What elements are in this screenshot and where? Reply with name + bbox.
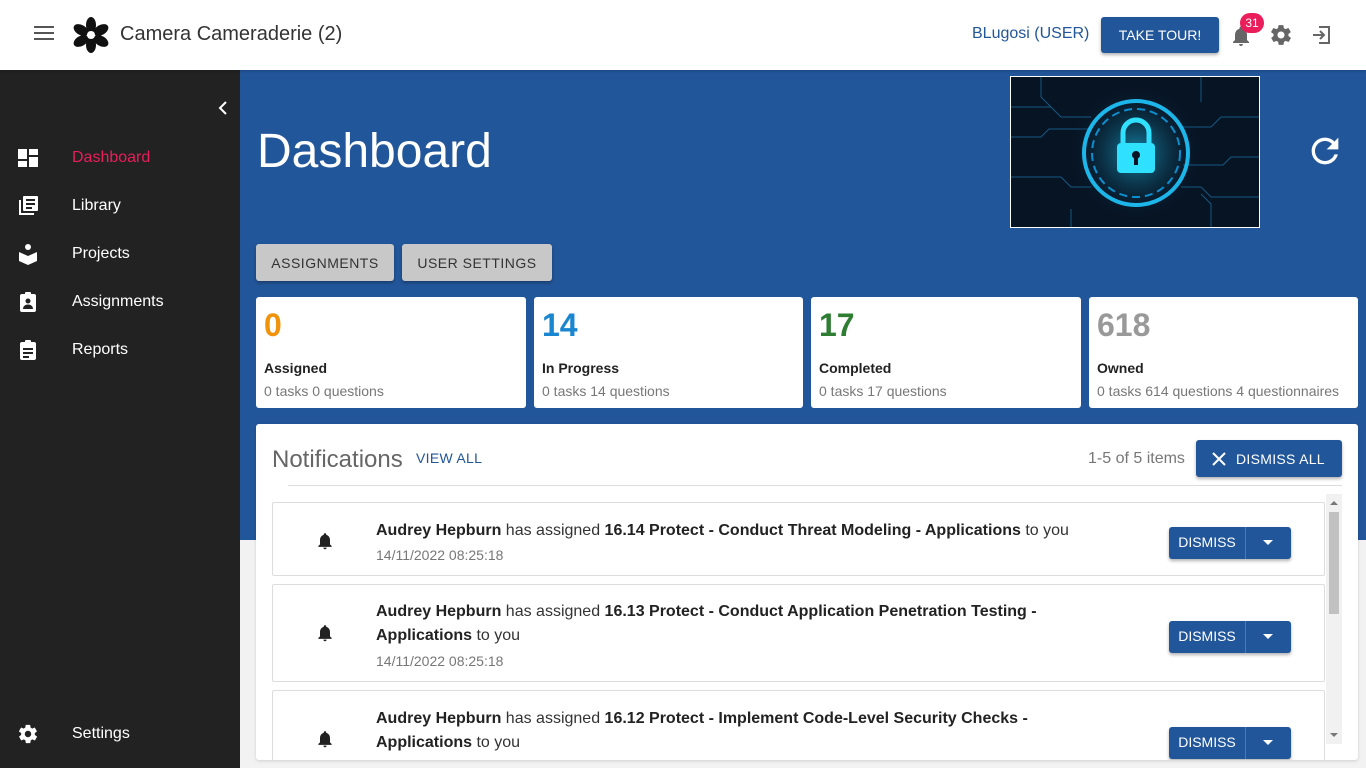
stat-value: 0 — [264, 307, 282, 343]
notification-connector: to you — [476, 734, 521, 751]
stat-label: In Progress — [542, 360, 620, 376]
notification-connector: has assigned — [505, 522, 601, 539]
view-all-link[interactable]: VIEW ALL — [416, 450, 482, 466]
bell-icon — [318, 533, 332, 550]
notifications-list: Audrey Hepburn has assigned 16.14 Protec… — [272, 502, 1326, 760]
items-count: 1-5 of 5 items — [1088, 450, 1185, 467]
bell-icon — [318, 625, 332, 642]
projects-icon — [19, 244, 37, 265]
dismiss-split-button: DISMISS — [1169, 621, 1291, 653]
sidebar-item-label: Dashboard — [72, 149, 151, 166]
dismiss-options-dropdown[interactable] — [1246, 727, 1291, 759]
notification-connector: has assigned — [505, 603, 601, 620]
sidebar-item-library[interactable]: Library — [0, 187, 240, 227]
stat-card-owned[interactable]: 618 Owned 0 tasks 614 questions 4 questi… — [1089, 297, 1358, 408]
sidebar-item-label: Library — [72, 197, 121, 214]
bell-icon — [318, 731, 332, 748]
scrollbar-thumb[interactable] — [1329, 512, 1339, 614]
notification-item: Audrey Hepburn has assigned 16.13 Protec… — [272, 584, 1325, 682]
logout-icon[interactable] — [1310, 23, 1334, 47]
close-icon — [1212, 452, 1226, 466]
sidebar-item-label: Projects — [72, 245, 130, 262]
app-title: Camera Cameraderie (2) — [120, 23, 343, 45]
caret-down-icon — [1263, 634, 1273, 639]
sidebar-item-projects[interactable]: Projects — [0, 235, 240, 275]
security-lock-banner-image — [1010, 76, 1260, 228]
stat-label: Assigned — [264, 360, 328, 376]
dismiss-split-button: DISMISS — [1169, 727, 1291, 759]
page-title: Dashboard — [257, 125, 492, 178]
stat-card-completed[interactable]: 17 Completed 0 tasks 17 questions — [811, 297, 1081, 408]
sidebar-item-settings[interactable]: Settings — [0, 715, 240, 755]
logo-icon — [73, 17, 109, 53]
notification-message: Audrey Hepburn has assigned 16.13 Protec… — [376, 600, 1076, 648]
notification-item: Audrey Hepburn has assigned 16.12 Protec… — [272, 690, 1325, 760]
dismiss-split-button: DISMISS — [1169, 527, 1291, 559]
user-profile-link[interactable]: BLugosi (USER) — [972, 25, 1089, 43]
stat-value: 618 — [1097, 307, 1151, 343]
notification-timestamp: 14/11/2022 08:25:18 — [376, 653, 504, 669]
sidebar-item-dashboard[interactable]: Dashboard — [0, 139, 240, 179]
assignments-icon — [20, 292, 36, 312]
stat-value: 17 — [819, 307, 855, 343]
stat-card-in-progress[interactable]: 14 In Progress 0 tasks 14 questions — [534, 297, 803, 408]
stat-label: Owned — [1097, 360, 1144, 376]
settings-gear-icon[interactable] — [1269, 23, 1293, 47]
stat-subtext: 0 tasks 614 questions 4 questionnaires — [1097, 383, 1340, 399]
notification-user: Audrey Hepburn — [376, 710, 502, 727]
divider — [288, 485, 1342, 486]
stat-label: Completed — [819, 360, 892, 376]
dismiss-all-button[interactable]: DISMISS ALL — [1196, 440, 1342, 477]
scroll-down-arrow-icon[interactable] — [1329, 730, 1339, 740]
stat-value: 14 — [542, 307, 578, 343]
tab-assignments[interactable]: ASSIGNMENTS — [256, 244, 394, 281]
dismiss-button[interactable]: DISMISS — [1169, 527, 1245, 559]
reports-icon — [20, 340, 36, 360]
sidebar-item-label: Reports — [72, 341, 129, 358]
notification-user: Audrey Hepburn — [376, 603, 502, 620]
notifications-panel: Notifications VIEW ALL 1-5 of 5 items DI… — [256, 424, 1358, 760]
notification-item: Audrey Hepburn has assigned 16.14 Protec… — [272, 502, 1325, 576]
notification-count-badge: 31 — [1240, 13, 1264, 33]
notification-connector: to you — [476, 627, 521, 644]
dismiss-button[interactable]: DISMISS — [1169, 621, 1245, 653]
top-app-bar: Camera Cameraderie (2) BLugosi (USER) TA… — [0, 0, 1366, 70]
collapse-sidebar-chevron-icon[interactable] — [214, 98, 232, 118]
notification-message: Audrey Hepburn has assigned 16.12 Protec… — [376, 707, 1076, 755]
tab-user-settings[interactable]: USER SETTINGS — [402, 244, 552, 281]
dismiss-all-label: DISMISS ALL — [1236, 450, 1325, 467]
take-tour-button[interactable]: TAKE TOUR! — [1101, 17, 1219, 53]
caret-down-icon — [1263, 540, 1273, 545]
notification-user: Audrey Hepburn — [376, 522, 502, 539]
sidebar-item-label: Settings — [72, 725, 130, 742]
notifications-scrollbar[interactable] — [1326, 494, 1342, 744]
stat-subtext: 0 tasks 14 questions — [542, 383, 670, 399]
menu-icon[interactable] — [34, 26, 54, 42]
dismiss-options-dropdown[interactable] — [1246, 527, 1291, 559]
notification-timestamp: 14/11/2022 08:25:18 — [376, 547, 504, 563]
caret-down-icon — [1263, 740, 1273, 745]
notification-task[interactable]: 16.14 Protect - Conduct Threat Modeling … — [605, 522, 1021, 539]
sidebar-item-label: Assignments — [72, 293, 164, 310]
stat-subtext: 0 tasks 0 questions — [264, 383, 384, 399]
settings-gear-icon — [18, 724, 38, 744]
dashboard-icon — [18, 149, 38, 167]
stat-card-assigned[interactable]: 0 Assigned 0 tasks 0 questions — [256, 297, 526, 408]
library-icon — [19, 196, 38, 215]
dismiss-button[interactable]: DISMISS — [1169, 727, 1245, 759]
sidebar-item-assignments[interactable]: Assignments — [0, 283, 240, 323]
refresh-icon[interactable] — [1305, 131, 1345, 171]
notification-connector: to you — [1025, 522, 1069, 539]
notifications-title: Notifications — [272, 446, 403, 473]
notification-message: Audrey Hepburn has assigned 16.14 Protec… — [376, 519, 1076, 543]
stat-subtext: 0 tasks 17 questions — [819, 383, 947, 399]
sidebar-item-reports[interactable]: Reports — [0, 331, 240, 371]
dismiss-options-dropdown[interactable] — [1246, 621, 1291, 653]
sidebar: Dashboard Library Projects Assignments R… — [0, 70, 240, 768]
scroll-up-arrow-icon[interactable] — [1329, 498, 1339, 508]
notification-connector: has assigned — [505, 710, 601, 727]
